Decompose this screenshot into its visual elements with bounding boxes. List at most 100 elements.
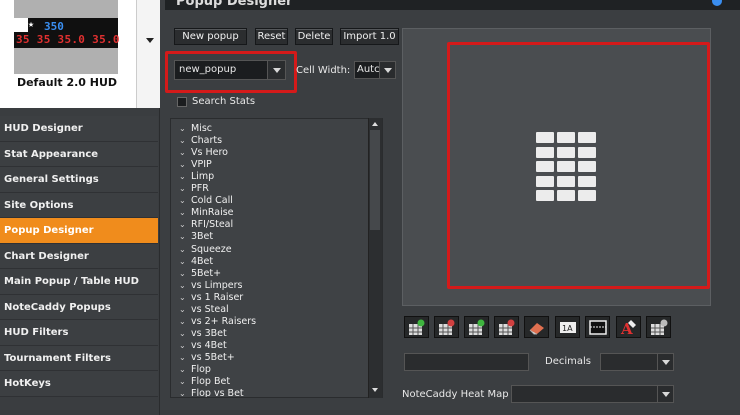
list-item[interactable]: ⌄ vs 1 Raiser bbox=[179, 292, 243, 304]
dropdown-button[interactable] bbox=[657, 386, 673, 402]
sidebar-item-tournament-filters[interactable]: Tournament Filters bbox=[0, 345, 158, 371]
dropdown-button[interactable] bbox=[657, 354, 673, 370]
delete-button[interactable]: Delete bbox=[295, 28, 333, 45]
chevron-down-icon[interactable]: ⌄ bbox=[179, 269, 191, 278]
list-item[interactable]: ⌄ Flop vs Bet bbox=[179, 388, 244, 397]
dropdown-button[interactable] bbox=[379, 62, 395, 78]
text-label-icon[interactable]: 1A bbox=[555, 316, 580, 338]
add-row-icon[interactable] bbox=[464, 316, 489, 338]
search-stats-label: Search Stats bbox=[192, 96, 256, 107]
list-item[interactable]: ⌄ vs 5Bet+ bbox=[179, 352, 235, 364]
list-item[interactable]: ⌄ vs 2+ Raisers bbox=[179, 316, 256, 328]
cell-border-icon[interactable] bbox=[585, 316, 610, 338]
chevron-down-icon[interactable]: ⌄ bbox=[179, 377, 191, 386]
chevron-down-icon[interactable]: ⌄ bbox=[179, 329, 191, 338]
sidebar-item-main-popup-table-hud[interactable]: Main Popup / Table HUD bbox=[0, 269, 158, 295]
chevron-down-icon[interactable]: ⌄ bbox=[179, 365, 191, 374]
import-button[interactable]: Import 1.0 bbox=[340, 28, 399, 45]
list-item[interactable]: ⌄ RFI/Steal bbox=[179, 219, 233, 231]
hud-scrollbar[interactable] bbox=[136, 0, 160, 108]
chevron-down-icon[interactable]: ⌄ bbox=[179, 220, 191, 229]
decimals-select[interactable] bbox=[600, 353, 674, 371]
stat-label: 5Bet+ bbox=[191, 267, 222, 279]
list-item[interactable]: ⌄ vs 4Bet bbox=[179, 340, 227, 352]
chevron-down-icon[interactable]: ⌄ bbox=[179, 124, 191, 133]
stat-label: Flop Bet bbox=[191, 376, 231, 388]
grid-settings-icon[interactable] bbox=[646, 316, 671, 338]
window-title: Popup Designer bbox=[176, 0, 293, 9]
list-item[interactable]: ⌄ Cold Call bbox=[179, 195, 233, 207]
chevron-down-icon[interactable]: ⌄ bbox=[179, 160, 191, 169]
list-item[interactable]: ⌄ VPIP bbox=[179, 159, 212, 171]
chevron-down-icon[interactable]: ⌄ bbox=[179, 293, 191, 302]
text-format-icon[interactable]: A bbox=[616, 316, 641, 338]
chevron-down-icon bbox=[662, 360, 670, 365]
cell-width-select[interactable]: Autc bbox=[354, 61, 396, 79]
chevron-down-icon[interactable]: ⌄ bbox=[179, 245, 191, 254]
sidebar-item-hotkeys[interactable]: HotKeys bbox=[0, 371, 158, 397]
list-item[interactable]: ⌄ Misc bbox=[179, 123, 212, 135]
list-item[interactable]: ⌄ 4Bet bbox=[179, 256, 213, 268]
eraser-icon[interactable] bbox=[524, 316, 549, 338]
chevron-down-icon[interactable]: ⌄ bbox=[179, 148, 191, 157]
sidebar-nav: HUD Designer Stat Appearance General Setti… bbox=[0, 116, 158, 397]
scroll-down-icon[interactable] bbox=[372, 388, 378, 392]
list-item[interactable]: ⌄ Limp bbox=[179, 171, 214, 183]
list-item[interactable]: ⌄ MinRaise bbox=[179, 207, 234, 219]
chevron-down-icon[interactable]: ⌄ bbox=[179, 196, 191, 205]
remove-column-icon[interactable] bbox=[434, 316, 459, 338]
list-item[interactable]: ⌄ Flop bbox=[179, 364, 211, 376]
chevron-down-icon[interactable]: ⌄ bbox=[179, 341, 191, 350]
cell-width-label: Cell Width: bbox=[296, 65, 351, 76]
hud-name-label: Default 2.0 HUD bbox=[16, 76, 118, 89]
sidebar-item-hud-filters[interactable]: HUD Filters bbox=[0, 320, 158, 346]
highlight-box bbox=[165, 51, 297, 93]
stat-label: 4Bet bbox=[191, 255, 214, 267]
cell-width-value: Autc bbox=[357, 64, 380, 75]
chevron-down-icon[interactable]: ⌄ bbox=[179, 353, 191, 362]
sidebar-item-popup-designer[interactable]: Popup Designer bbox=[0, 218, 158, 244]
chevron-down-icon[interactable] bbox=[146, 38, 154, 43]
remove-row-icon[interactable] bbox=[494, 316, 519, 338]
stat-label: Charts bbox=[191, 135, 223, 147]
list-item[interactable]: ⌄ PFR bbox=[179, 183, 209, 195]
chevron-down-icon[interactable]: ⌄ bbox=[179, 389, 191, 397]
list-item[interactable]: ⌄ Squeeze bbox=[179, 244, 232, 256]
list-item[interactable]: ⌄ 3Bet bbox=[179, 231, 213, 243]
sidebar-item-chart-designer[interactable]: Chart Designer bbox=[0, 243, 158, 269]
scroll-up-icon[interactable] bbox=[372, 122, 378, 126]
chevron-down-icon bbox=[662, 392, 670, 397]
chevron-down-icon[interactable]: ⌄ bbox=[179, 184, 191, 193]
chevron-down-icon[interactable]: ⌄ bbox=[179, 232, 191, 241]
stat-label: vs 5Bet+ bbox=[191, 351, 235, 363]
sidebar-item-stat-appearance[interactable]: Stat Appearance bbox=[0, 141, 158, 167]
chevron-down-icon[interactable]: ⌄ bbox=[179, 305, 191, 314]
stat-label: Limp bbox=[191, 171, 215, 183]
chevron-down-icon[interactable]: ⌄ bbox=[179, 172, 191, 181]
heatmap-select[interactable] bbox=[511, 385, 674, 403]
list-item[interactable]: ⌄ vs 3Bet bbox=[179, 328, 227, 340]
sidebar-item-notecaddy-popups[interactable]: NoteCaddy Popups bbox=[0, 294, 158, 320]
search-stats-checkbox[interactable] bbox=[177, 97, 187, 107]
add-column-icon[interactable] bbox=[404, 316, 429, 338]
sidebar-item-site-options[interactable]: Site Options bbox=[0, 192, 158, 218]
svg-text:1A: 1A bbox=[562, 324, 573, 333]
chevron-down-icon[interactable]: ⌄ bbox=[179, 281, 191, 290]
list-item[interactable]: ⌄ vs Steal bbox=[179, 304, 229, 316]
new-popup-button[interactable]: New popup bbox=[174, 28, 247, 45]
sidebar-item-general-settings[interactable]: General Settings bbox=[0, 167, 158, 193]
hud-preview-image: ★ 350 35 35 35.0 35.0 bbox=[14, 0, 120, 74]
reset-button[interactable]: Reset bbox=[255, 28, 288, 45]
list-item[interactable]: ⌄ Vs Hero bbox=[179, 147, 228, 159]
sidebar-item-hud-designer[interactable]: HUD Designer bbox=[0, 116, 158, 142]
list-item[interactable]: ⌄ vs Limpers bbox=[179, 280, 243, 292]
chevron-down-icon[interactable]: ⌄ bbox=[179, 257, 191, 266]
chevron-down-icon[interactable]: ⌄ bbox=[179, 317, 191, 326]
chevron-down-icon[interactable]: ⌄ bbox=[179, 136, 191, 145]
list-item[interactable]: ⌄ Flop Bet bbox=[179, 376, 230, 388]
format-input[interactable] bbox=[404, 353, 529, 371]
scrollbar-thumb[interactable] bbox=[370, 130, 380, 230]
list-item[interactable]: ⌄ Charts bbox=[179, 135, 222, 147]
list-item[interactable]: ⌄ 5Bet+ bbox=[179, 268, 221, 280]
chevron-down-icon[interactable]: ⌄ bbox=[179, 208, 191, 217]
